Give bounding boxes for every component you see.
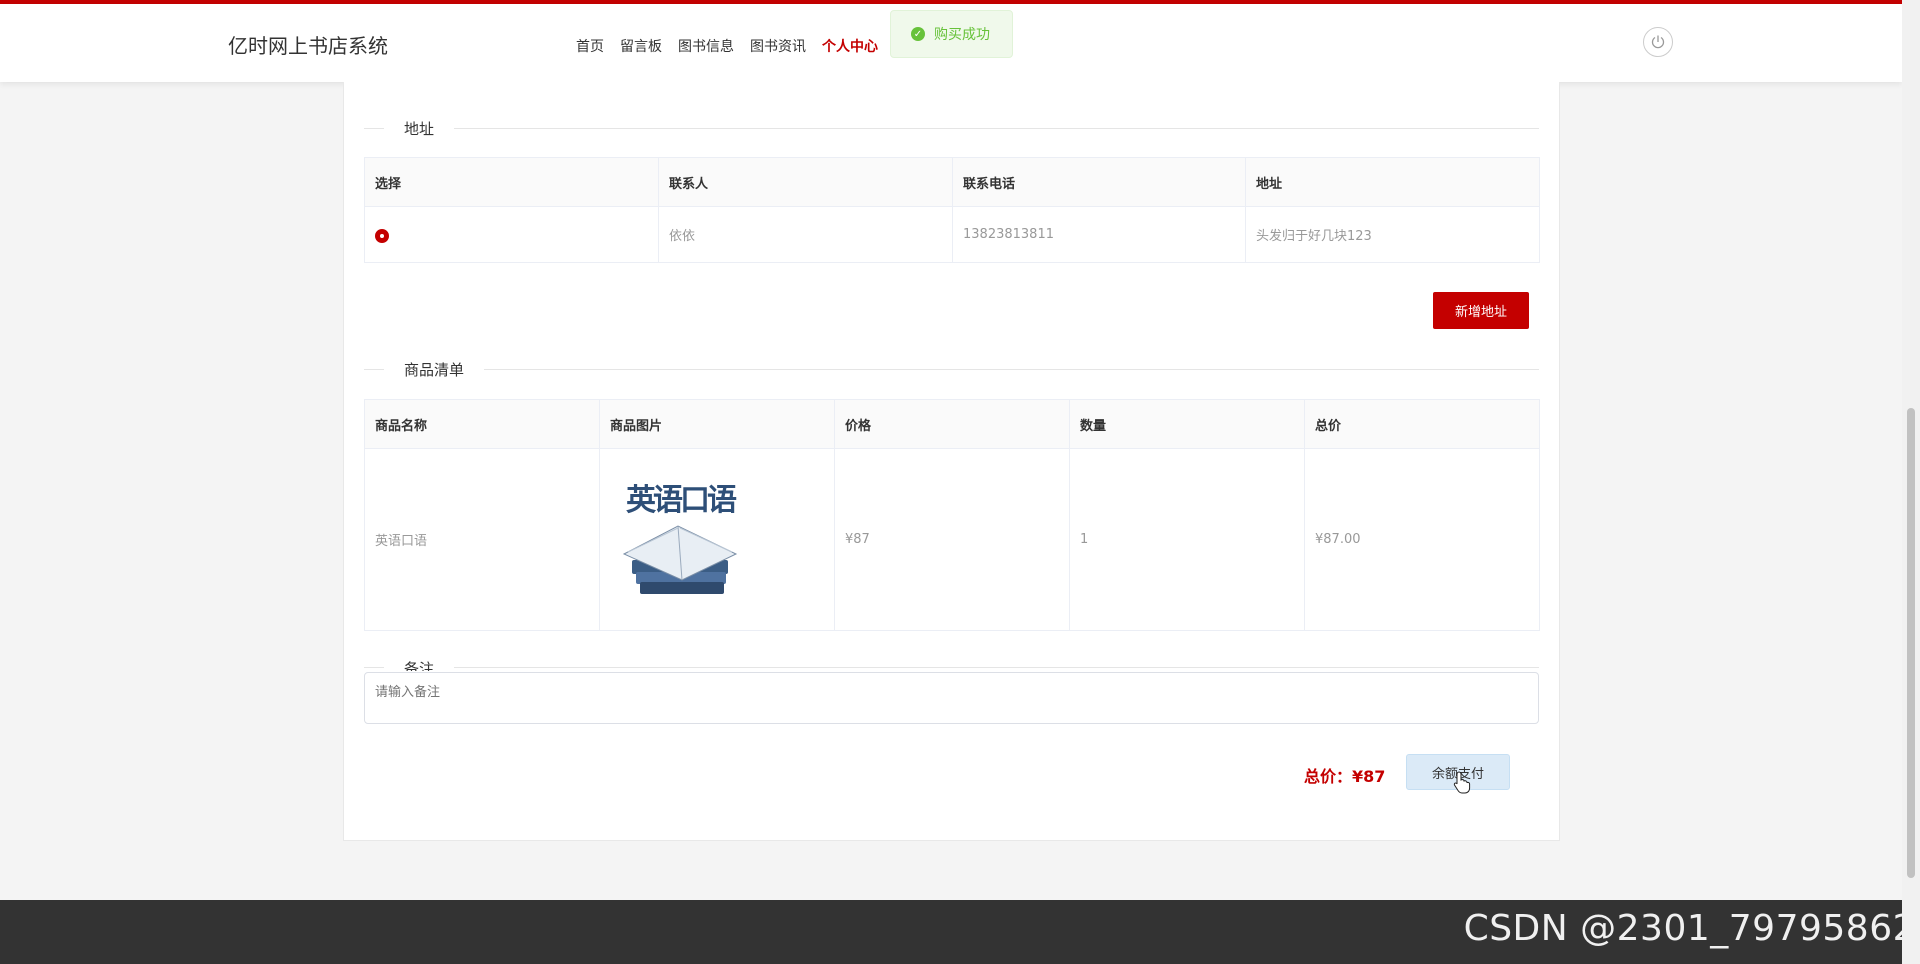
goods-table-header: 商品名称 商品图片 价格 数量 总价 bbox=[364, 399, 1540, 449]
divider bbox=[454, 127, 1539, 129]
divider bbox=[454, 667, 1539, 668]
col-quantity: 数量 bbox=[1069, 399, 1305, 449]
total-price: 总价：¥87 bbox=[1304, 767, 1386, 786]
total-cell: ¥87.00 bbox=[1304, 448, 1540, 631]
col-price: 价格 bbox=[834, 399, 1070, 449]
remark-section-title: 备注 bbox=[364, 658, 1539, 671]
site-title: 亿时网上书店系统 bbox=[228, 34, 388, 58]
scrollbar-thumb[interactable] bbox=[1907, 408, 1915, 878]
divider bbox=[484, 368, 1539, 370]
book-cover-image: 英语口语 bbox=[622, 483, 740, 594]
logout-button[interactable] bbox=[1643, 27, 1673, 57]
book-cover-title: 英语口语 bbox=[626, 483, 737, 518]
remark-section-label: 备注 bbox=[404, 660, 435, 671]
address-section-label: 地址 bbox=[404, 119, 435, 138]
quantity-cell: 1 bbox=[1069, 448, 1305, 631]
page-scrollbar[interactable] bbox=[1902, 0, 1920, 964]
address-table: 选择 联系人 联系电话 地址 依依 13823813811 头发归于好几块123 bbox=[364, 157, 1540, 263]
price-cell: ¥87 bbox=[834, 448, 1070, 631]
address-section-title: 地址 bbox=[364, 118, 1539, 138]
table-row: 依依 13823813811 头发归于好几块123 bbox=[364, 206, 1540, 263]
remark-input[interactable] bbox=[364, 672, 1539, 724]
phone-cell: 13823813811 bbox=[952, 206, 1246, 263]
goods-section-label: 商品清单 bbox=[404, 360, 465, 379]
nav-home[interactable]: 首页 bbox=[576, 36, 604, 56]
goods-section-title: 商品清单 bbox=[364, 359, 1539, 379]
divider bbox=[364, 127, 384, 129]
col-goods-image: 商品图片 bbox=[599, 399, 835, 449]
success-check-icon: ✓ bbox=[911, 27, 925, 41]
nav-personal-center[interactable]: 个人中心 bbox=[822, 36, 878, 56]
col-total: 总价 bbox=[1304, 399, 1540, 449]
contact-cell: 依依 bbox=[658, 206, 953, 263]
col-contact: 联系人 bbox=[658, 157, 953, 207]
address-radio[interactable] bbox=[375, 228, 389, 243]
table-row: 英语口语 英语口语 ¥87 1 ¥87.00 bbox=[364, 448, 1540, 631]
col-goods-name: 商品名称 bbox=[364, 399, 600, 449]
col-address: 地址 bbox=[1245, 157, 1540, 207]
add-address-button[interactable]: 新增地址 bbox=[1433, 292, 1529, 329]
nav-book-news[interactable]: 图书资讯 bbox=[750, 36, 806, 56]
divider bbox=[364, 368, 384, 370]
main-nav: 首页 留言板 图书信息 图书资讯 个人中心 bbox=[576, 36, 878, 56]
goods-image-cell: 英语口语 bbox=[599, 448, 835, 631]
col-phone: 联系电话 bbox=[952, 157, 1246, 207]
address-radio-cell bbox=[364, 206, 659, 263]
goods-table: 商品名称 商品图片 价格 数量 总价 英语口语 英语口语 ¥87 1 ¥87.0… bbox=[364, 399, 1540, 631]
success-toast: ✓ 购买成功 bbox=[890, 10, 1013, 58]
mouse-cursor-icon bbox=[1453, 771, 1471, 794]
power-icon bbox=[1651, 35, 1665, 49]
nav-book-info[interactable]: 图书信息 bbox=[678, 36, 734, 56]
address-table-header: 选择 联系人 联系电话 地址 bbox=[364, 157, 1540, 207]
toast-text: 购买成功 bbox=[934, 27, 990, 43]
goods-name-cell: 英语口语 bbox=[364, 448, 600, 631]
csdn-watermark: CSDN @2301_79795862 bbox=[1463, 908, 1916, 949]
nav-message-board[interactable]: 留言板 bbox=[620, 36, 662, 56]
col-select: 选择 bbox=[364, 157, 659, 207]
checkout-panel: 地址 选择 联系人 联系电话 地址 依依 13823813811 头发归于好几块… bbox=[343, 82, 1560, 841]
address-cell: 头发归于好几块123 bbox=[1245, 206, 1540, 263]
divider bbox=[364, 667, 384, 668]
